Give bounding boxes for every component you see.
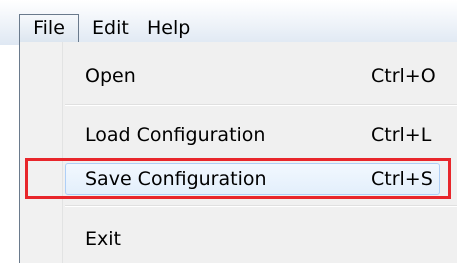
menu-item-shortcut: Ctrl+S [371, 168, 433, 190]
application-window: File Edit Help Open Ctrl+O Load Configur… [0, 0, 457, 263]
menu-item-shortcut: Ctrl+O [371, 65, 436, 87]
menu-item-label: Open [85, 65, 136, 87]
menu-item-shortcut: Ctrl+L [371, 124, 432, 146]
menu-item-open[interactable]: Open Ctrl+O [20, 58, 440, 94]
menu-item-label: Load Configuration [85, 124, 266, 146]
menu-item-label: Exit [85, 228, 121, 250]
menu-separator [65, 104, 457, 106]
menu-item-label: Save Configuration [85, 168, 267, 190]
menu-edit[interactable]: Edit [92, 14, 129, 42]
menu-help[interactable]: Help [147, 14, 190, 42]
menu-bar: File Edit Help [0, 0, 457, 45]
file-menu-dropdown: Open Ctrl+O Load Configuration Ctrl+L Sa… [19, 42, 457, 263]
menu-item-save-configuration[interactable]: Save Configuration Ctrl+S [20, 161, 440, 197]
menu-item-load-configuration[interactable]: Load Configuration Ctrl+L [20, 117, 440, 153]
menu-item-exit[interactable]: Exit [20, 221, 440, 257]
menu-separator [65, 205, 457, 207]
menu-file[interactable]: File [19, 14, 79, 42]
